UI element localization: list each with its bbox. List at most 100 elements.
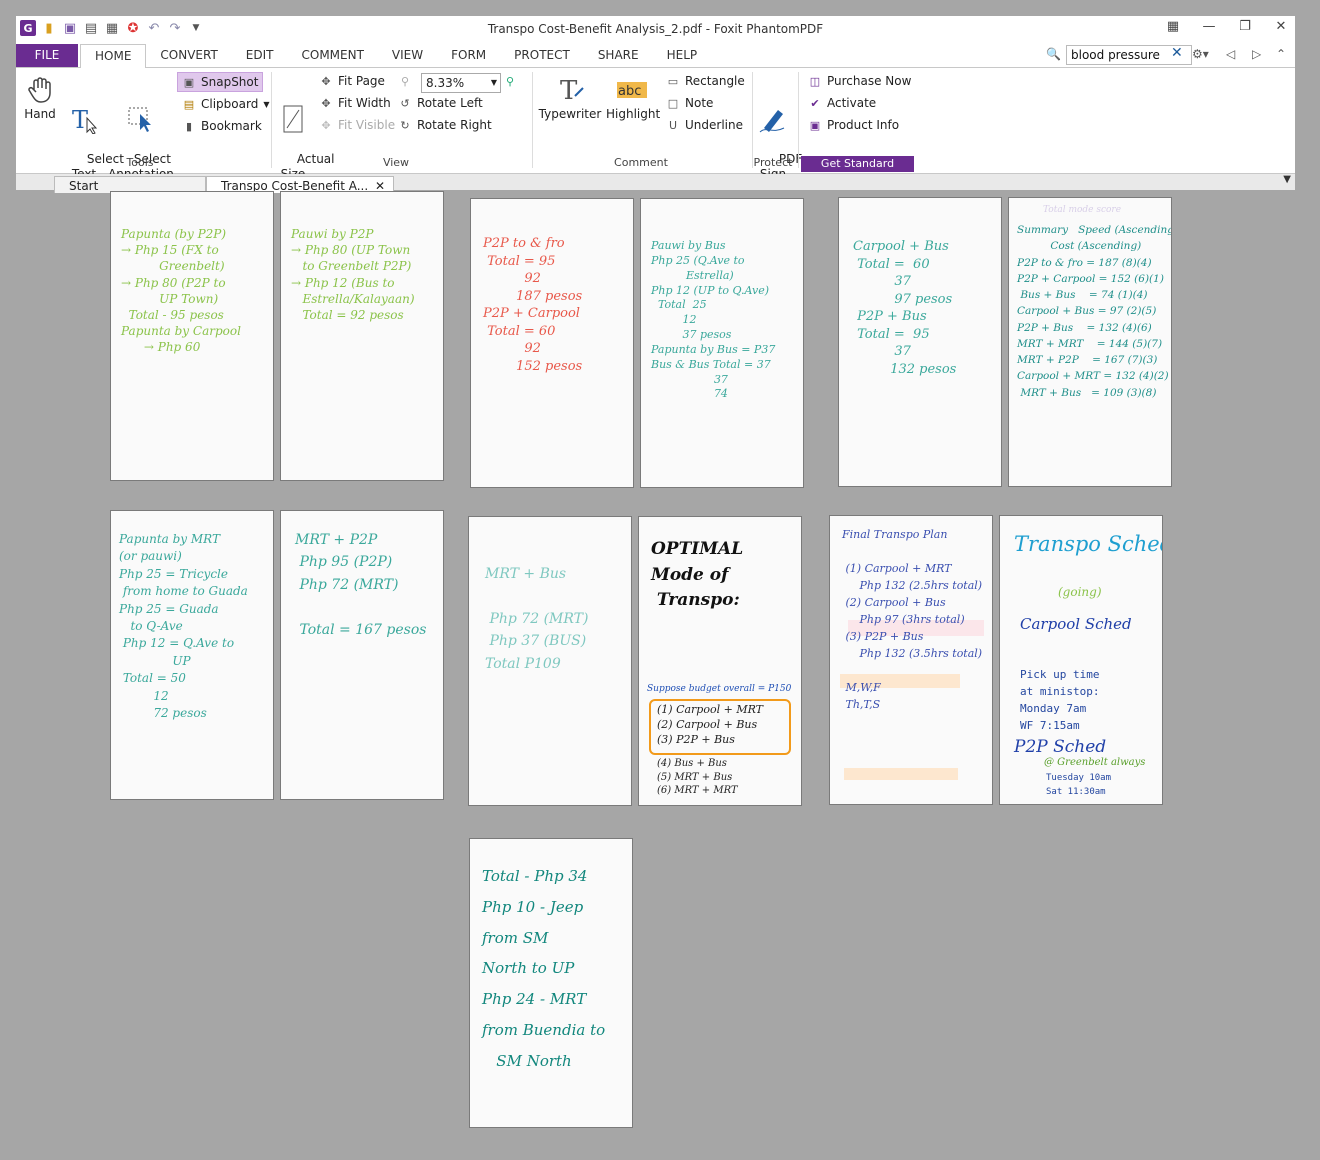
clipboard-button[interactable]: ▤ Clipboard ▼ xyxy=(182,95,270,113)
tab-form[interactable]: FORM xyxy=(437,44,500,67)
underline-label: Underline xyxy=(685,118,743,132)
clipboard-dropdown-icon: ▼ xyxy=(263,99,270,109)
purchase-now-button[interactable]: ◫ Purchase Now xyxy=(808,72,912,90)
page-3-text: P2P to & fro Total = 95 92 187 pesos P2P… xyxy=(483,236,583,374)
page-10-rest-text: (4) Bus + Bus (5) MRT + Bus (6) MRT + MR… xyxy=(657,758,738,796)
select-annotation-icon xyxy=(128,107,151,132)
close-icon[interactable]: ✕ xyxy=(1273,19,1289,34)
ribbon-tab-bar: FILE HOME CONVERT EDIT COMMENT VIEW FORM… xyxy=(16,44,1295,69)
bookmark-label: Bookmark xyxy=(201,119,262,133)
snapshot-button[interactable]: ▣ SnapShot xyxy=(177,72,264,92)
zoom-level-field[interactable]: 8.33% ▼ xyxy=(421,73,501,93)
previous-arrow-icon[interactable]: ◁ xyxy=(1226,47,1235,61)
page-thumbnail-13[interactable]: Total - Php 34 Php 10 - Jeep from SM Nor… xyxy=(469,838,633,1128)
separator xyxy=(271,72,272,168)
note-label: Note xyxy=(685,96,714,110)
zoom-in-icon[interactable]: ⚲ xyxy=(503,72,517,90)
page-thumbnail-7[interactable]: Papunta by MRT (or pauwi) Php 25 = Tricy… xyxy=(110,510,274,800)
tools-group-label: Tools xyxy=(126,156,154,169)
page-thumbnail-4[interactable]: Pauwi by Bus Php 25 (Q.Ave to Estrella) … xyxy=(640,198,804,488)
page-11-highlight xyxy=(844,768,958,780)
typewriter-icon: T xyxy=(560,76,584,104)
clipboard-label: Clipboard xyxy=(201,97,259,111)
page-10-budget: Suppose budget overall = P150 xyxy=(647,684,792,694)
fit-page-button[interactable]: ✥ Fit Page xyxy=(319,72,385,90)
activate-button[interactable]: ✔ Activate xyxy=(808,94,876,112)
note-button[interactable]: □ Note xyxy=(666,94,714,112)
fit-width-button[interactable]: ✥ Fit Width xyxy=(319,94,391,112)
pen-sign-icon xyxy=(759,110,785,133)
tab-convert[interactable]: CONVERT xyxy=(146,44,231,67)
bookmark-button[interactable]: ▮ Bookmark xyxy=(182,117,262,135)
rectangle-button[interactable]: ▭ Rectangle xyxy=(666,72,745,90)
svg-text:T: T xyxy=(72,106,88,134)
page-12-times: Tuesday 10am Sat 11:30am xyxy=(1046,773,1112,797)
collapse-ribbon-icon[interactable]: ⌃ xyxy=(1276,47,1286,61)
document-tab-bar: Start Transpo Cost-Benefit A... ✕ ▼ xyxy=(16,174,1295,193)
page-6-faded-text: Total mode score xyxy=(1043,205,1122,215)
page-2-text: Pauwi by P2P → Php 80 (UP Town to Greenb… xyxy=(291,227,415,322)
page-thumbnail-10[interactable]: OPTIMAL Mode of Transpo: Suppose budget … xyxy=(638,516,802,806)
tab-view[interactable]: VIEW xyxy=(378,44,437,67)
activate-label: Activate xyxy=(827,96,877,110)
typewriter-label: Typewriter xyxy=(538,107,602,121)
page-thumbnail-5[interactable]: Carpool + Bus Total = 60 37 97 pesos P2P… xyxy=(838,197,1002,487)
highlight-button[interactable]: abc Highlight xyxy=(606,74,660,122)
page-thumbnail-3[interactable]: P2P to & fro Total = 95 92 187 pesos P2P… xyxy=(470,198,634,488)
actual-size-icon xyxy=(283,105,303,133)
note-icon: □ xyxy=(667,96,679,110)
tab-comment[interactable]: COMMENT xyxy=(288,44,378,67)
page-thumbnail-8[interactable]: MRT + P2P Php 95 (P2P) Php 72 (MRT) Tota… xyxy=(280,510,444,800)
fit-width-label: Fit Width xyxy=(338,96,391,110)
file-menu[interactable]: FILE xyxy=(16,44,78,67)
foxit-window: G ▮ ▣ ▤ ▦ ✪ ↶ ↷ ▼ Transpo Cost-Benefit A… xyxy=(16,16,1295,193)
page-thumbnail-6[interactable]: Total mode score Summary Speed (Ascendin… xyxy=(1008,197,1172,487)
page-12-carpool: Carpool Sched xyxy=(1020,615,1132,633)
separator xyxy=(798,72,799,168)
tab-protect[interactable]: PROTECT xyxy=(500,44,584,67)
fit-visible-button[interactable]: ✥ Fit Visible xyxy=(319,116,395,134)
next-arrow-icon[interactable]: ▷ xyxy=(1252,47,1261,61)
underline-icon: U xyxy=(668,118,678,132)
tab-share[interactable]: SHARE xyxy=(584,44,653,67)
tab-list-dropdown-icon[interactable]: ▼ xyxy=(1283,174,1291,185)
hand-tool-button[interactable]: Hand xyxy=(22,74,58,122)
rotate-left-button[interactable]: ↺ Rotate Left xyxy=(398,94,483,112)
zoom-out-icon[interactable]: ⚲ xyxy=(398,72,412,90)
get-standard-button[interactable]: Get Standard xyxy=(801,156,914,172)
search-folder-icon[interactable]: 🔍 xyxy=(1046,47,1061,61)
zoom-dropdown-icon[interactable]: ▼ xyxy=(491,74,497,92)
page-thumbnail-12[interactable]: Transpo Sched (going) Carpool Sched Pick… xyxy=(999,515,1163,805)
zoom-value: 8.33% xyxy=(426,76,465,90)
tab-start-label: Start xyxy=(69,179,99,193)
rotate-left-label: Rotate Left xyxy=(417,96,483,110)
separator xyxy=(532,72,533,168)
purchase-now-label: Purchase Now xyxy=(827,74,912,88)
underline-button[interactable]: U Underline xyxy=(666,116,743,134)
page-thumbnail-1[interactable]: Papunta (by P2P) → Php 15 (FX to Greenbe… xyxy=(110,191,274,481)
rotate-right-button[interactable]: ↻ Rotate Right xyxy=(398,116,491,134)
fullscreen-icon[interactable]: ▦ xyxy=(1165,19,1181,34)
rotate-left-icon: ↺ xyxy=(400,96,410,110)
tab-help[interactable]: HELP xyxy=(653,44,712,67)
page-thumbnail-2[interactable]: Pauwi by P2P → Php 80 (UP Town to Greenb… xyxy=(280,191,444,481)
tab-home[interactable]: HOME xyxy=(80,44,147,69)
restore-icon[interactable]: ❐ xyxy=(1237,19,1253,34)
page-12-greenbelt: @ Greenbelt always xyxy=(1044,757,1146,768)
page-thumbnail-11[interactable]: Final Transpo Plan (1) Carpool + MRT Php… xyxy=(829,515,993,805)
settings-gear-icon[interactable]: ⚙▾ xyxy=(1192,47,1209,61)
minimize-icon[interactable]: — xyxy=(1201,19,1217,34)
product-info-button[interactable]: ▣ Product Info xyxy=(808,116,899,134)
typewriter-button[interactable]: T Typewriter xyxy=(538,74,602,122)
page-10-box-text: (1) Carpool + MRT (2) Carpool + Bus (3) … xyxy=(657,703,764,746)
page-thumbnail-9[interactable]: MRT + Bus Php 72 (MRT) Php 37 (BUS) Tota… xyxy=(468,516,632,806)
fit-width-icon: ✥ xyxy=(321,96,331,110)
fit-page-icon: ✥ xyxy=(321,74,331,88)
fit-visible-label: Fit Visible xyxy=(338,118,396,132)
page-12-pickup: Pick up time at ministop: Monday 7am WF … xyxy=(1020,668,1100,733)
window-title: Transpo Cost-Benefit Analysis_2.pdf - Fo… xyxy=(487,22,824,36)
tab-edit[interactable]: EDIT xyxy=(232,44,288,67)
page-5-text: Carpool + Bus Total = 60 37 97 pesos P2P… xyxy=(853,239,957,377)
page-12-title: Transpo Sched xyxy=(1014,532,1163,556)
clear-search-icon[interactable]: ✕ xyxy=(1171,45,1183,61)
